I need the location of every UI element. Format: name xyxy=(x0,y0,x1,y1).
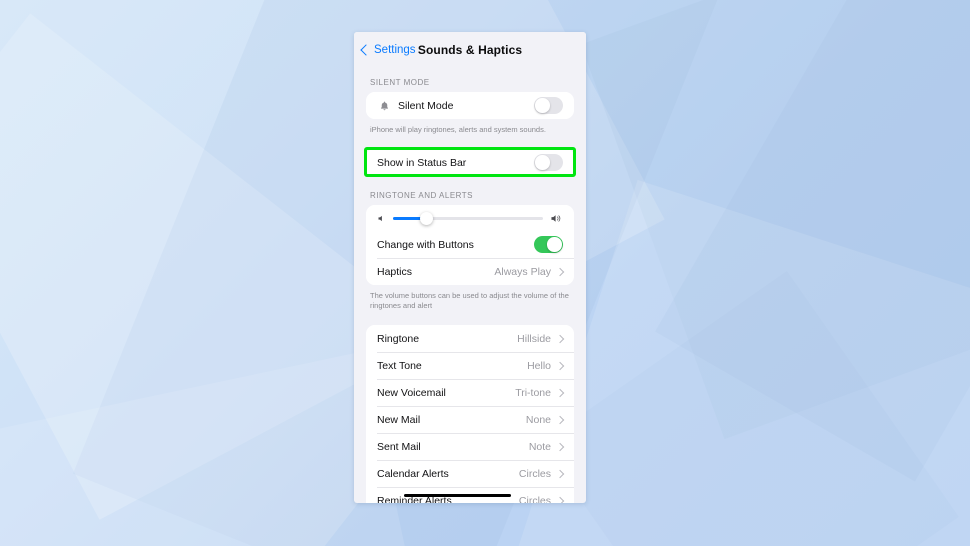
table-row[interactable]: Calendar Alerts Circles xyxy=(366,460,574,488)
section-header-ringtone-alerts: RINGTONE AND ALERTS xyxy=(370,191,474,201)
toggle-knob xyxy=(535,155,550,170)
row-label: New Voicemail xyxy=(377,386,446,399)
section-footer-silent-mode: iPhone will play ringtones, alerts and s… xyxy=(370,125,546,134)
table-row[interactable]: Sent Mail Note xyxy=(366,433,574,461)
row-silent-mode[interactable]: Silent Mode xyxy=(366,92,574,119)
row-label-haptics: Haptics xyxy=(377,265,413,278)
row-value: None xyxy=(525,413,551,426)
toggle-change-with-buttons[interactable] xyxy=(534,236,563,254)
volume-slider-row[interactable] xyxy=(366,205,574,232)
bell-icon xyxy=(377,100,391,112)
chevron-right-icon xyxy=(555,388,565,398)
speaker-high-icon xyxy=(550,213,563,224)
iphone-settings-screenshot: Settings Sounds & Haptics SILENT MODE Si… xyxy=(354,32,586,503)
row-value: Circles xyxy=(518,467,551,480)
card-sounds-list: Ringtone Hillside Text Tone Hello New Vo… xyxy=(366,325,574,503)
card-ringtone-alerts: Change with Buttons Haptics Always Play xyxy=(366,205,574,286)
volume-slider-track[interactable] xyxy=(393,211,543,225)
toggle-knob xyxy=(535,98,550,113)
speaker-low-icon xyxy=(377,214,386,223)
row-haptics[interactable]: Haptics Always Play xyxy=(366,258,574,286)
settings-content: SILENT MODE Silent Mode iPhone will play… xyxy=(354,68,586,503)
row-value: Hillside xyxy=(517,332,551,345)
back-button[interactable]: Settings xyxy=(360,44,416,56)
row-label: Calendar Alerts xyxy=(377,467,449,480)
table-row[interactable]: New Mail None xyxy=(366,406,574,434)
table-row[interactable]: Text Tone Hello xyxy=(366,352,574,380)
section-header-silent-mode: SILENT MODE xyxy=(370,78,430,87)
chevron-right-icon xyxy=(555,415,565,425)
chevron-right-icon xyxy=(555,469,565,479)
toggle-silent-mode[interactable] xyxy=(534,97,563,114)
chevron-right-icon xyxy=(555,442,565,452)
back-button-label: Settings xyxy=(374,44,416,56)
wallpaper-facet xyxy=(655,0,970,482)
table-row[interactable]: New Voicemail Tri-tone xyxy=(366,379,574,407)
row-label: New Mail xyxy=(377,413,421,426)
row-change-with-buttons[interactable]: Change with Buttons xyxy=(366,231,574,259)
chevron-right-icon xyxy=(555,334,565,344)
row-label: Text Tone xyxy=(377,359,422,372)
wallpaper-facet xyxy=(541,271,959,546)
toggle-knob xyxy=(547,237,562,252)
row-value: Hello xyxy=(527,359,551,372)
chevron-right-icon xyxy=(555,361,565,371)
section-footer-ringtone-alerts: The volume buttons can be used to adjust… xyxy=(370,291,569,311)
table-row[interactable]: Ringtone Hillside xyxy=(366,325,574,353)
row-show-in-status-bar[interactable]: Show in Status Bar xyxy=(366,148,574,178)
chevron-left-icon xyxy=(360,44,372,56)
row-label-show-in-status-bar: Show in Status Bar xyxy=(377,156,467,169)
home-indicator xyxy=(404,494,511,497)
row-value-haptics: Always Play xyxy=(494,265,551,278)
desktop-wallpaper: Settings Sounds & Haptics SILENT MODE Si… xyxy=(0,0,970,546)
toggle-show-in-status-bar[interactable] xyxy=(534,154,563,172)
chevron-right-icon xyxy=(555,496,565,503)
navigation-bar: Settings Sounds & Haptics xyxy=(354,32,586,68)
row-label: Sent Mail xyxy=(377,440,421,453)
row-label-change-with-buttons: Change with Buttons xyxy=(377,238,474,251)
row-value: Note xyxy=(528,440,551,453)
row-value: Circles xyxy=(518,494,551,503)
row-label-silent-mode: Silent Mode xyxy=(398,99,454,112)
chevron-right-icon xyxy=(555,267,565,276)
row-label: Ringtone xyxy=(377,332,420,345)
wallpaper-facet xyxy=(580,0,970,440)
card-status-bar: Show in Status Bar xyxy=(366,148,574,178)
volume-slider-knob[interactable] xyxy=(419,211,433,225)
card-silent-mode: Silent Mode xyxy=(366,92,574,119)
row-value: Tri-tone xyxy=(515,386,551,399)
